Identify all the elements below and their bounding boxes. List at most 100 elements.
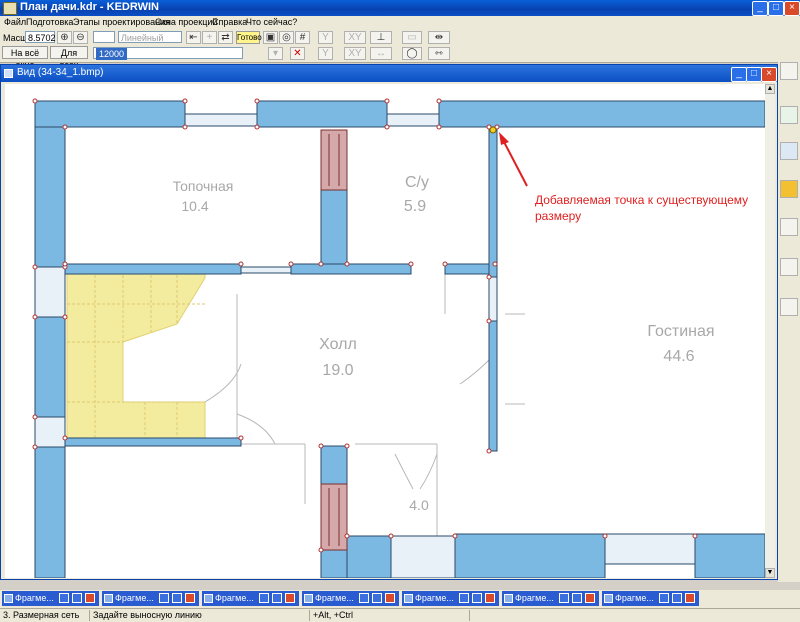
palette-tool-2-icon[interactable] [780,258,798,276]
app-title-bar: План дачи.kdr - KEDRWIN _ □ × [0,0,800,16]
snap-icon[interactable]: ⇤ [186,31,201,44]
close-icon[interactable]: × [784,1,800,16]
fragment-window[interactable]: Фрагме... [502,591,599,606]
doc-minimize-icon[interactable]: _ [731,67,747,82]
close-icon[interactable] [685,593,695,603]
maximize-icon[interactable] [672,593,682,603]
drawing-window-title: Вид (34-34_1.bmp) [17,67,104,78]
maximize-icon[interactable] [572,593,582,603]
value-select[interactable]: 12000 [93,47,243,60]
palette-tool-1-icon[interactable] [780,218,798,236]
scroll-down-icon[interactable]: ▼ [765,568,775,578]
vertical-scrollbar[interactable]: ▲ ▼ [765,84,775,578]
delete-grid-icon[interactable]: ✕ [290,47,305,60]
palette-rooms-icon[interactable] [780,106,798,124]
fragment-icon [504,594,513,603]
fragment-icon [104,594,113,603]
menu-file[interactable]: Файл [4,17,26,27]
restore-icon[interactable] [359,593,369,603]
close-icon[interactable] [485,593,495,603]
restore-icon[interactable] [559,593,569,603]
room-area-living: 44.6 [663,348,694,365]
close-icon[interactable] [385,593,395,603]
ellipse-icon[interactable]: ◯ [402,47,422,60]
fragment-window[interactable]: Фрагме... [402,591,499,606]
menu-help[interactable]: Справка [212,17,247,27]
for-all-button[interactable]: Для всех [50,46,88,70]
status-hint: Задайте выносную линию [90,610,310,621]
value-field: 12000 [96,48,128,60]
status-bar: 3. Размерная сеть Задайте выносную линию… [0,608,800,622]
doc-maximize-icon[interactable]: □ [746,67,762,82]
ready-button[interactable]: Готово [236,31,262,44]
zoom-in-icon[interactable]: ⊕ [57,31,72,44]
document-icon [4,69,13,78]
measure-icon: ↔ [370,47,392,60]
align-xy-icon: XY [344,31,366,44]
restore-icon[interactable] [659,593,669,603]
circle-icon[interactable]: ◎ [279,31,294,44]
restore-icon[interactable] [59,593,69,603]
restore-icon[interactable] [159,593,169,603]
grid-icon[interactable]: # [295,31,310,44]
minimize-icon[interactable]: _ [752,1,768,16]
frame-icon[interactable]: ▣ [263,31,278,44]
floor-plan: Топочная 10.4 С/у 5.9 Холл 19.0 Гостиная… [32,98,765,578]
annotation-arrow [499,132,528,187]
move-icon[interactable]: ⇄ [218,31,233,44]
color-select[interactable] [93,31,115,43]
fragment-icon [204,594,213,603]
close-icon[interactable] [185,593,195,603]
maximize-icon[interactable] [472,593,482,603]
scale-input[interactable]: 8.5702 [25,31,56,43]
maximize-icon[interactable] [272,593,282,603]
added-point-marker [489,126,497,134]
fragment-icon [304,594,313,603]
doc-close-icon[interactable]: × [761,67,777,82]
fragment-window[interactable]: Фрагме... [102,591,199,606]
fragment-icon [604,594,613,603]
add-icon: + [202,31,217,44]
close-icon[interactable] [85,593,95,603]
close-icon[interactable] [585,593,595,603]
drawing-window: Вид (34-34_1.bmp) _ □ × Топочная 10.4 С/… [0,64,778,580]
zoom-out-icon[interactable]: ⊖ [73,31,88,44]
fragment-window[interactable]: Фрагме... [602,591,699,606]
palette-tool-3-icon[interactable] [780,298,798,316]
link-icon: ▭ [402,31,422,44]
app-title: План дачи.kdr - KEDRWIN [20,1,159,13]
tool-palette [778,62,800,582]
annotation-text: Добавляемая точка к существующему размер… [535,193,749,223]
fragment-window[interactable]: Фрагме... [2,591,99,606]
drawing-canvas[interactable]: Топочная 10.4 С/у 5.9 Холл 19.0 Гостиная… [5,84,765,578]
menu-projection-windows[interactable]: Окна проекций [155,17,217,27]
stairs [66,269,206,445]
fit-all-button[interactable]: На всё окно [2,46,48,70]
dim-line-icon[interactable]: ⇹ [428,31,450,44]
room-area-bathroom: 5.9 [404,198,426,215]
fragment-window[interactable]: Фрагме... [202,591,299,606]
room-area-small: 4.0 [409,497,429,513]
maximize-icon[interactable] [372,593,382,603]
line-type-select[interactable]: Линейный [118,31,182,43]
maximize-icon[interactable] [72,593,82,603]
palette-highlight-icon[interactable] [780,180,798,198]
palette-arrow-icon[interactable] [780,62,798,80]
close-icon[interactable] [285,593,295,603]
dimension-icon[interactable]: ⊥ [370,31,392,44]
palette-dimensions-icon[interactable] [780,142,798,160]
maximize-icon[interactable]: □ [768,1,784,16]
dim-chain-icon[interactable]: ⇿ [428,47,450,60]
room-name-living: Гостиная [647,323,714,340]
align-xy2-icon: XY [344,47,366,60]
restore-icon[interactable] [259,593,269,603]
restore-icon[interactable] [459,593,469,603]
toolbar: Масшт 8.5702 ⊕ ⊖ На всё окно Для всех Ли… [0,30,800,70]
menu-what-now[interactable]: Что сейчас? [246,17,297,27]
fragment-taskbar: Фрагме... Фрагме... Фрагме... Фрагме... … [0,590,800,608]
scroll-up-icon[interactable]: ▲ [765,84,775,94]
fragment-window[interactable]: Фрагме... [302,591,399,606]
maximize-icon[interactable] [172,593,182,603]
fragment-icon [404,594,413,603]
menu-prepare[interactable]: Подготовка [26,17,73,27]
